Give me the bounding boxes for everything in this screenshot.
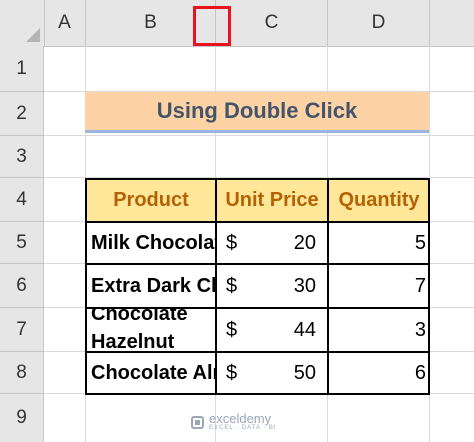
- currency-symbol: $: [226, 274, 238, 297]
- watermark: exceldemy EXCEL · DATA · BI: [191, 412, 277, 432]
- table-border: [428, 178, 430, 395]
- watermark-tagline: EXCEL · DATA · BI: [209, 425, 277, 431]
- price-value: 44: [293, 318, 316, 341]
- table-border: [85, 307, 430, 309]
- row-header-4[interactable]: 4: [0, 178, 44, 222]
- table-cell-quantity[interactable]: 3: [328, 308, 430, 352]
- price-value: 20: [293, 231, 316, 254]
- currency-symbol: $: [226, 318, 238, 341]
- table-cell-quantity[interactable]: 6: [328, 352, 430, 394]
- table-header-unit-price[interactable]: Unit Price: [216, 179, 328, 222]
- table-header-product[interactable]: Product: [86, 179, 216, 222]
- exceldemy-logo-icon: [191, 415, 204, 429]
- table-border: [85, 393, 430, 395]
- row-header-6[interactable]: 6: [0, 264, 44, 308]
- column-header-c[interactable]: C: [216, 0, 328, 46]
- row-header-5[interactable]: 5: [0, 222, 44, 264]
- product-wrapped-text: Chocolate Hazelnut: [91, 308, 188, 352]
- table-cell-quantity[interactable]: 7: [328, 264, 430, 308]
- table-border: [85, 221, 430, 223]
- column-header-a[interactable]: A: [44, 0, 86, 46]
- row-header-3[interactable]: 3: [0, 136, 44, 178]
- select-all-corner[interactable]: [0, 0, 45, 46]
- row-header-7[interactable]: 7: [0, 308, 44, 352]
- select-all-icon: [26, 28, 40, 42]
- table-border: [85, 178, 430, 180]
- table-cell-product[interactable]: Extra Dark Chocolate: [86, 264, 216, 308]
- row-header-9[interactable]: 9: [0, 394, 44, 442]
- table-cell-product[interactable]: Milk Chocolate: [86, 222, 216, 264]
- table-header-quantity[interactable]: Quantity: [328, 179, 430, 222]
- table-border: [85, 351, 430, 353]
- price-value: 50: [293, 361, 316, 384]
- table-border: [85, 263, 430, 265]
- row-header-2[interactable]: 2: [0, 92, 44, 136]
- table-border: [85, 178, 87, 395]
- currency-symbol: $: [226, 231, 238, 254]
- table-cell-quantity[interactable]: 5: [328, 222, 430, 264]
- row-header-1[interactable]: 1: [0, 46, 44, 92]
- table-cell-unit-price[interactable]: $ 20: [216, 222, 328, 264]
- table-cell-unit-price[interactable]: $ 30: [216, 264, 328, 308]
- table-cell-unit-price[interactable]: $ 44: [216, 308, 328, 352]
- watermark-name: exceldemy: [209, 411, 272, 426]
- table-cell-product[interactable]: Chocolate Hazelnut: [86, 308, 216, 352]
- spreadsheet: A B C D 1 2 3 4 5 6 7 8 9 Using Double C…: [0, 0, 474, 442]
- table-cell-unit-price[interactable]: $ 50: [216, 352, 328, 394]
- currency-symbol: $: [226, 361, 238, 384]
- page-title[interactable]: Using Double Click: [85, 92, 429, 133]
- column-header-d[interactable]: D: [328, 0, 430, 46]
- table-cell-product[interactable]: Chocolate Almond: [86, 352, 216, 394]
- row-header-8[interactable]: 8: [0, 352, 44, 394]
- gridline: [44, 135, 474, 136]
- price-value: 30: [293, 274, 316, 297]
- table-border: [215, 178, 217, 395]
- column-boundary-highlight: [193, 6, 231, 46]
- table-border: [327, 178, 329, 395]
